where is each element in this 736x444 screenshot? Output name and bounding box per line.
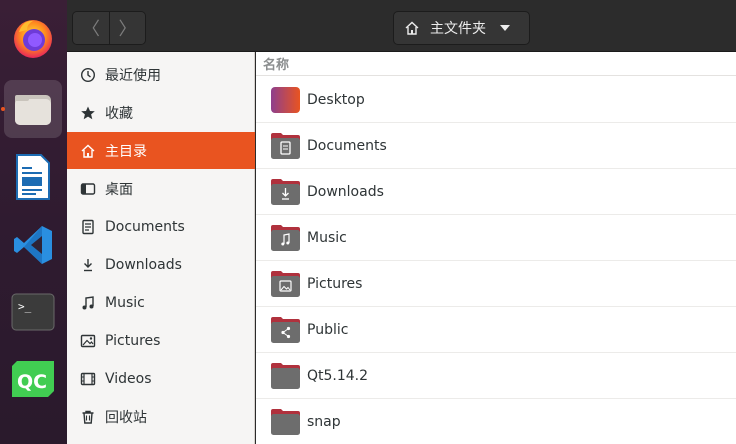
- clock-icon: [79, 66, 97, 84]
- sidebar-item-downloads[interactable]: Downloads: [67, 246, 255, 283]
- terminal-icon: >_: [11, 293, 55, 331]
- video-icon: [79, 370, 97, 388]
- sidebar-item-home[interactable]: 主目录: [67, 132, 255, 169]
- downloads-folder-icon: [270, 178, 301, 206]
- sidebar-item-label: Music: [105, 294, 145, 311]
- folder-icon: [270, 362, 301, 390]
- documents-folder-icon: [270, 132, 301, 160]
- chevron-right-icon: 〉: [118, 19, 137, 40]
- nav-buttons: 〈 〉: [72, 11, 146, 45]
- sidebar-item-label: 收藏: [105, 105, 133, 122]
- chevron-down-icon: [500, 25, 510, 31]
- header-bar: 〈 〉 主文件夹: [67, 0, 736, 52]
- column-header-label: 名称: [263, 58, 290, 73]
- running-indicator: [1, 107, 5, 111]
- file-name: Qt5.14.2: [307, 367, 369, 384]
- column-header-name[interactable]: 名称: [256, 52, 736, 76]
- vscode-icon: [11, 223, 55, 267]
- chevron-left-icon: 〈: [82, 19, 100, 40]
- file-row[interactable]: Downloads: [256, 169, 736, 215]
- file-row[interactable]: Public: [256, 307, 736, 353]
- sidebar-item-pictures[interactable]: Pictures: [67, 322, 255, 359]
- qtcreator-icon: QC: [11, 360, 55, 398]
- sidebar-item-trash[interactable]: 回收站: [67, 398, 255, 435]
- svg-text:>_: >_: [18, 300, 32, 313]
- sidebar-item-starred[interactable]: 收藏: [67, 94, 255, 131]
- path-label: 主文件夹: [430, 21, 486, 37]
- dock-files[interactable]: [4, 80, 62, 138]
- sidebar-item-label: Downloads: [105, 256, 182, 273]
- writer-icon: [13, 153, 53, 201]
- music-icon: [79, 294, 97, 312]
- dock: >_ QC: [0, 0, 67, 444]
- sidebar: 最近使用 收藏 主目录 桌面 Documents Downloads Music…: [67, 52, 255, 444]
- desktop-icon: [79, 180, 97, 198]
- file-row[interactable]: snap: [256, 399, 736, 444]
- sidebar-item-documents[interactable]: Documents: [67, 208, 255, 245]
- sidebar-item-recent[interactable]: 最近使用: [67, 56, 255, 93]
- sidebar-item-music[interactable]: Music: [67, 284, 255, 321]
- file-row[interactable]: Desktop: [256, 77, 736, 123]
- dock-qtcreator[interactable]: QC: [4, 350, 62, 408]
- sidebar-item-label: 桌面: [105, 181, 133, 198]
- file-name: Pictures: [307, 275, 363, 292]
- desktop-folder-icon: [270, 86, 301, 114]
- file-row[interactable]: Music: [256, 215, 736, 261]
- screen: >_ QC 〈 〉 主文件夹 最近使用 收藏 主目录 桌面 Documents …: [0, 0, 736, 444]
- sidebar-item-desktop[interactable]: 桌面: [67, 170, 255, 207]
- download-icon: [79, 256, 97, 274]
- file-name: Public: [307, 321, 349, 338]
- file-name: snap: [307, 413, 341, 430]
- music-folder-icon: [270, 224, 301, 252]
- file-name: Downloads: [307, 183, 384, 200]
- document-icon: [79, 218, 97, 236]
- forward-button[interactable]: 〉: [109, 12, 145, 44]
- path-bar-home[interactable]: 主文件夹: [393, 11, 530, 45]
- pictures-folder-icon: [270, 270, 301, 298]
- file-row[interactable]: Qt5.14.2: [256, 353, 736, 399]
- picture-icon: [79, 332, 97, 350]
- file-row[interactable]: Pictures: [256, 261, 736, 307]
- home-icon: [79, 142, 97, 160]
- dock-vscode[interactable]: [4, 216, 62, 274]
- sidebar-item-label: Pictures: [105, 332, 161, 349]
- sidebar-item-label: Videos: [105, 370, 152, 387]
- dock-firefox[interactable]: [4, 9, 62, 67]
- dock-writer[interactable]: [4, 148, 62, 206]
- sidebar-item-label: Documents: [105, 218, 185, 235]
- sidebar-item-label: 主目录: [105, 143, 147, 160]
- public-folder-icon: [270, 316, 301, 344]
- back-button[interactable]: 〈: [73, 12, 109, 44]
- file-row[interactable]: Documents: [256, 123, 736, 169]
- file-name: Music: [307, 229, 347, 246]
- home-icon: [404, 20, 420, 36]
- file-list: 名称 Desktop Documents Downloads Music Pic…: [256, 52, 736, 444]
- firefox-icon: [9, 14, 57, 62]
- folder-icon: [270, 408, 301, 436]
- sidebar-item-videos[interactable]: Videos: [67, 360, 255, 397]
- sidebar-item-label: 回收站: [105, 409, 147, 426]
- trash-icon: [79, 408, 97, 426]
- file-name: Desktop: [307, 91, 365, 108]
- svg-text:QC: QC: [17, 371, 47, 393]
- sidebar-item-label: 最近使用: [105, 67, 161, 84]
- file-name: Documents: [307, 137, 387, 154]
- files-icon: [11, 89, 55, 129]
- dock-terminal[interactable]: >_: [4, 283, 62, 341]
- star-icon: [79, 104, 97, 122]
